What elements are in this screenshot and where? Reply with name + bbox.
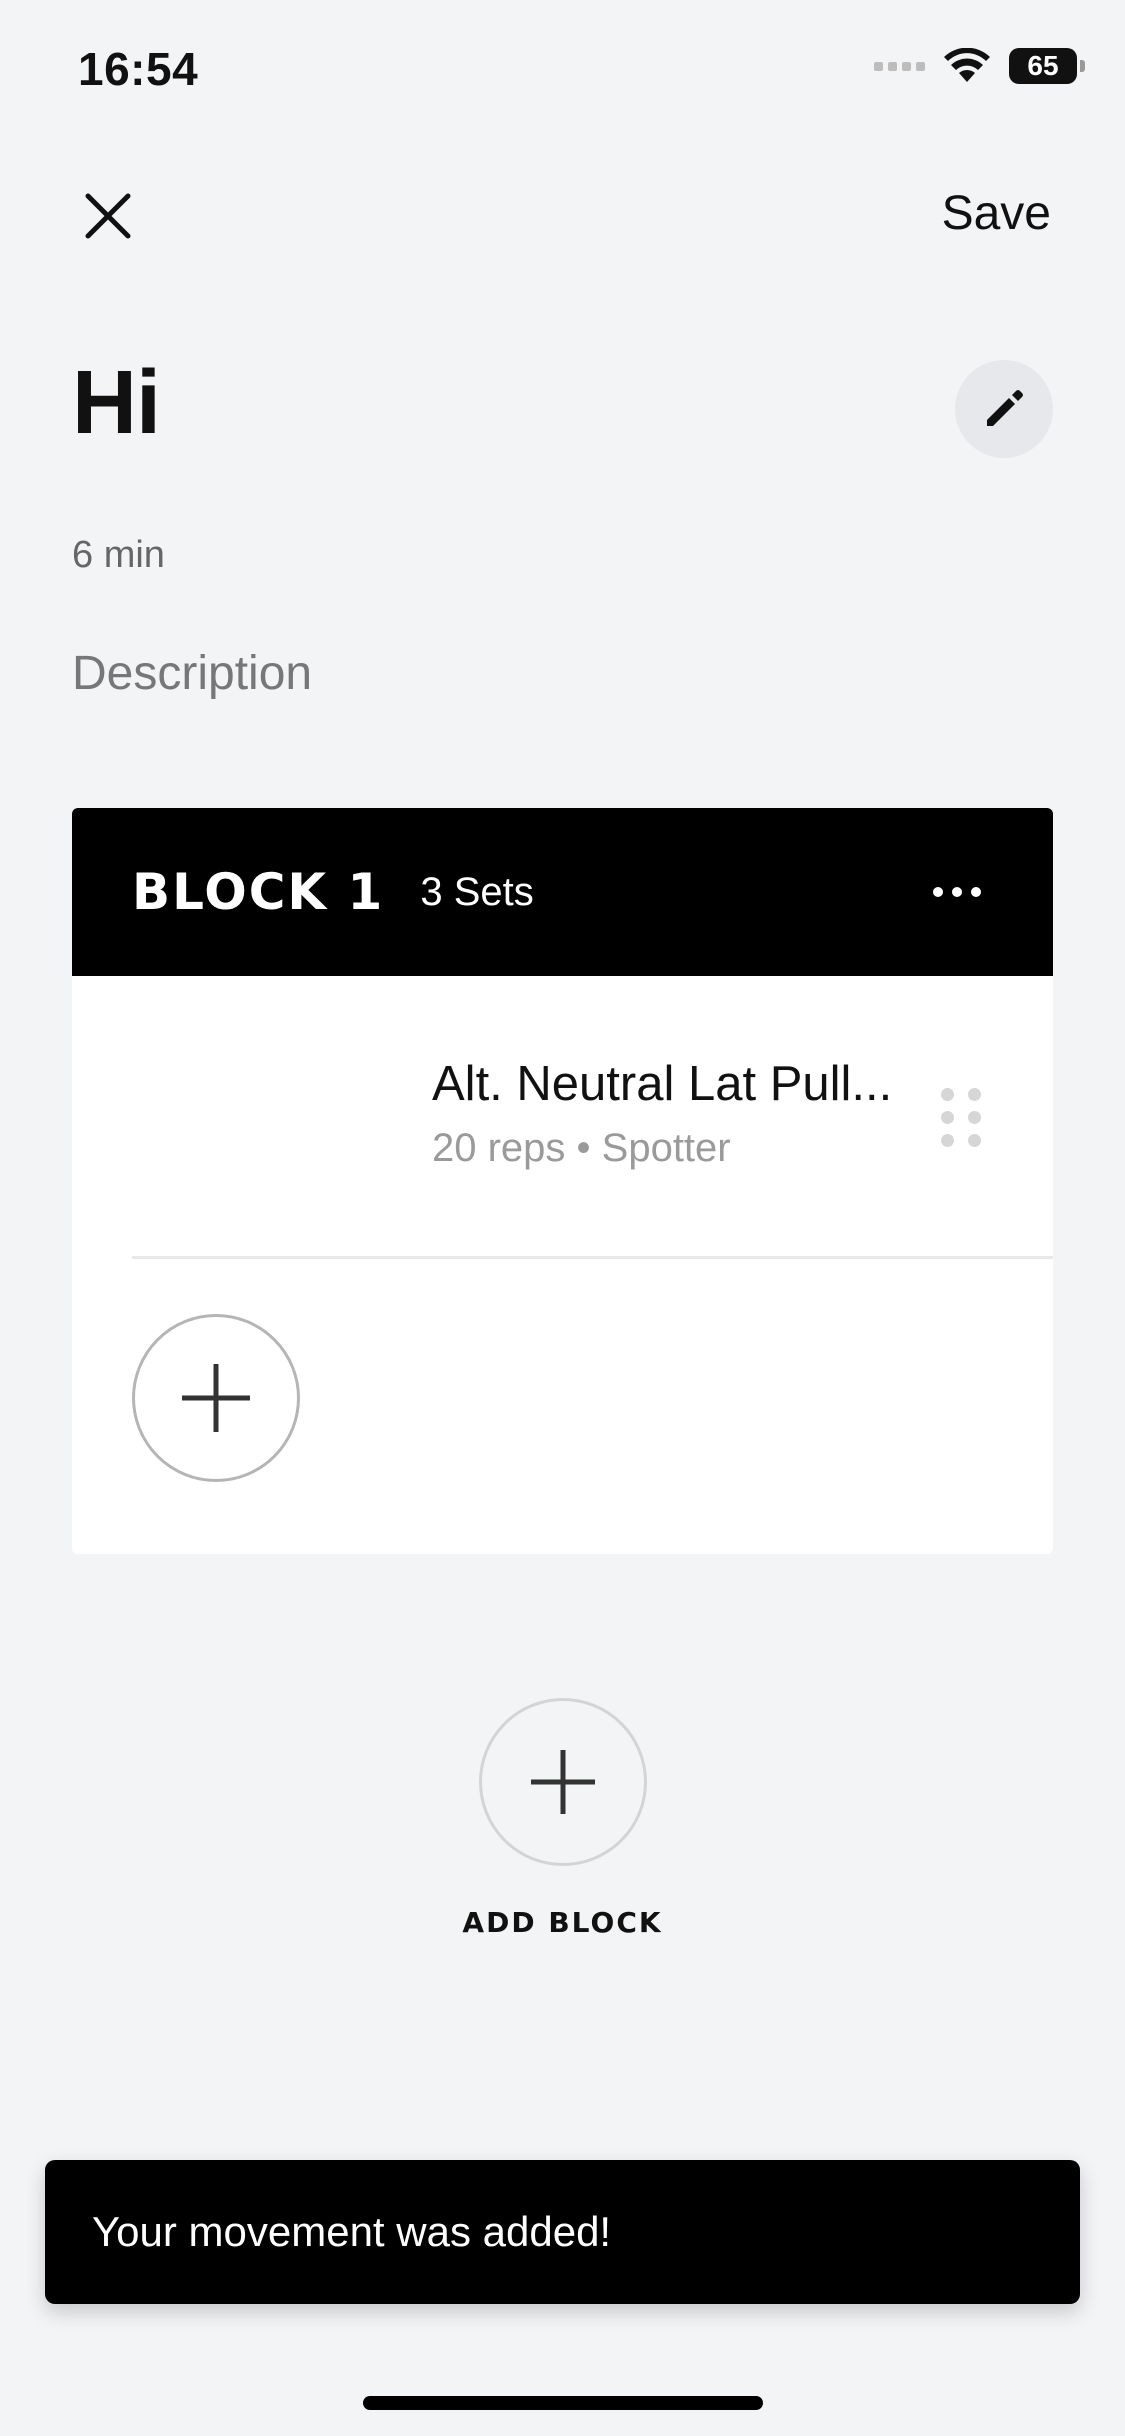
workout-editor-screen: 16:54 65 Save Hi 6 min Description BLOCK… xyxy=(0,0,1125,2436)
close-icon xyxy=(85,193,131,239)
home-indicator xyxy=(363,2396,763,2410)
close-button[interactable] xyxy=(72,180,144,252)
plus-icon xyxy=(182,1364,250,1432)
drag-handle-icon[interactable] xyxy=(941,1088,981,1147)
movement-row[interactable]: Alt. Neutral Lat Pull... 20 reps • Spott… xyxy=(132,976,1053,1259)
block-header: BLOCK 1 3 Sets xyxy=(72,808,1053,976)
plus-icon xyxy=(531,1750,595,1814)
battery-level: 65 xyxy=(1027,50,1059,81)
block-title: BLOCK 1 xyxy=(132,863,385,921)
add-block-button[interactable] xyxy=(479,1698,647,1866)
wifi-icon xyxy=(944,48,990,82)
workout-title: Hi xyxy=(72,353,161,453)
status-icons: 65 xyxy=(874,48,1085,84)
workout-duration: 6 min xyxy=(72,534,165,576)
movement-name: Alt. Neutral Lat Pull... xyxy=(432,1057,893,1111)
battery-icon: 65 xyxy=(1009,48,1085,84)
toast-notification: Your movement was added! xyxy=(45,2160,1080,2304)
status-time: 16:54 xyxy=(78,43,199,95)
toast-message: Your movement was added! xyxy=(92,2208,612,2255)
pencil-icon xyxy=(987,390,1023,426)
add-block-label: ADD BLOCK xyxy=(462,1906,663,1939)
add-movement-button[interactable] xyxy=(132,1314,300,1482)
movement-meta: 20 reps • Spotter xyxy=(432,1126,731,1170)
cellular-signal-icon xyxy=(874,61,925,71)
save-button[interactable]: Save xyxy=(942,186,1051,241)
block-more-button[interactable] xyxy=(921,875,993,909)
description-field[interactable]: Description xyxy=(72,646,312,701)
edit-title-button[interactable] xyxy=(955,360,1053,458)
block-card: BLOCK 1 3 Sets Alt. Neutral Lat Pull... … xyxy=(72,808,1053,1554)
block-sets: 3 Sets xyxy=(420,869,534,914)
